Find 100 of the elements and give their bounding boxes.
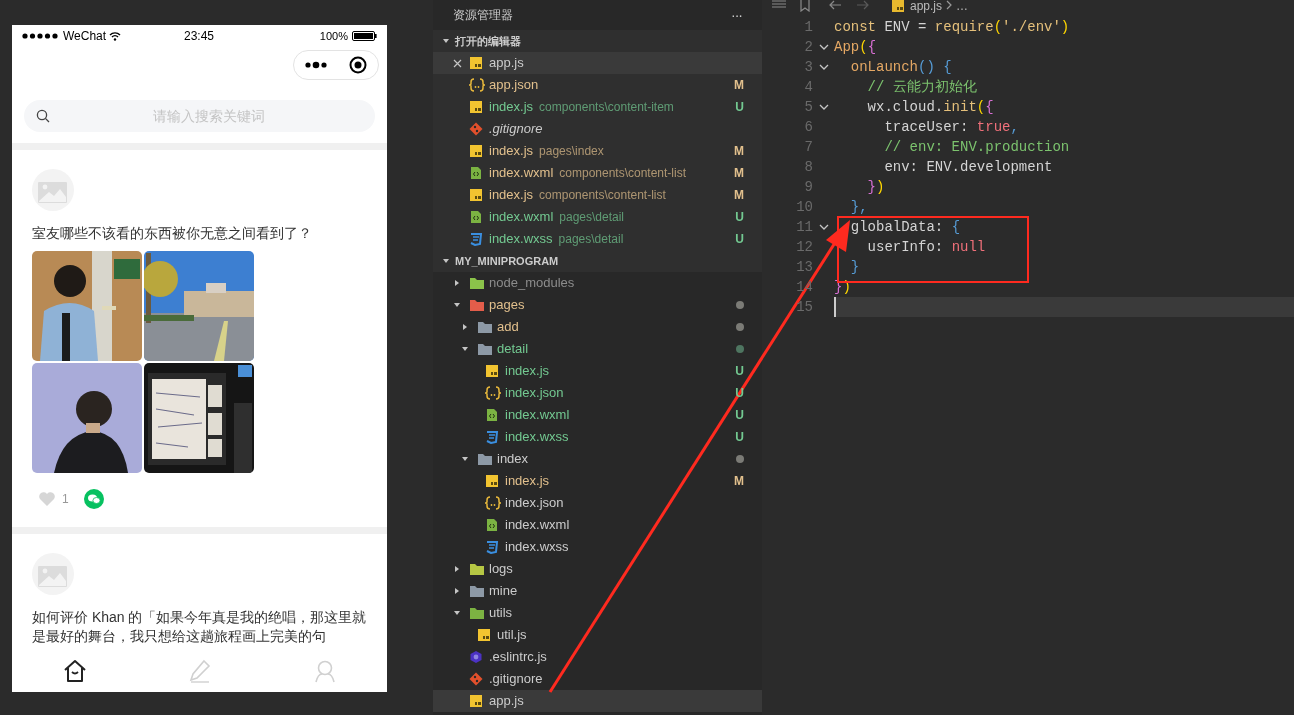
file-tree-item[interactable]: logs	[433, 558, 762, 580]
file-tree-item[interactable]: .eslintrc.js	[433, 646, 762, 668]
open-editor-item[interactable]: index.wxml pages\detail U	[433, 206, 762, 228]
braces-file-icon	[485, 496, 501, 510]
open-editor-item[interactable]: index.js components\content-list M	[433, 184, 762, 206]
js-file-icon	[485, 474, 499, 488]
section-header[interactable]: MY_MINIPROGRAM	[433, 250, 762, 272]
avatar-placeholder-icon	[32, 553, 74, 595]
open-editor-item[interactable]: app.js	[433, 52, 762, 74]
js-file-icon	[469, 188, 483, 202]
file-tree-item[interactable]: app.js	[433, 690, 762, 712]
git-status-label: U	[735, 99, 744, 116]
line-number: 4	[803, 77, 813, 97]
code-file-icon	[485, 408, 499, 422]
open-editor-item[interactable]: index.js pages\index M	[433, 140, 762, 162]
file-tree-item[interactable]: index.wxss U	[433, 426, 762, 448]
hexagon-file-icon	[469, 650, 483, 664]
file-tree-item[interactable]: index.js M	[433, 470, 762, 492]
git-status-label: U	[735, 231, 744, 248]
fold-chevron-icon[interactable]	[818, 43, 829, 51]
style-file-icon	[485, 430, 499, 444]
folder-icon	[469, 584, 485, 598]
code-line: globalData: {	[849, 217, 962, 237]
close-target-icon[interactable]	[349, 56, 367, 74]
file-tree-item[interactable]: index.wxml	[433, 514, 762, 536]
file-path: pages\detail	[559, 209, 624, 226]
wifi-icon	[109, 31, 122, 41]
file-tree-item[interactable]: util.js	[433, 624, 762, 646]
post-title[interactable]: 如何评价 Khan 的「如果今年真是我的绝唱，那这里就是最好的舞台，我只想给这趟旅程画上完美的句	[32, 608, 367, 646]
post-title[interactable]: 室友哪些不该看的东西被你无意之间看到了？	[32, 224, 367, 243]
back-icon[interactable]	[828, 0, 842, 10]
avatar-placeholder-icon	[32, 169, 74, 211]
code-file-icon	[469, 166, 483, 180]
js-file-icon	[469, 144, 483, 158]
file-tree-item[interactable]: index.json	[433, 492, 762, 514]
code-line: const ENV = require('./env')	[834, 17, 1071, 37]
collapsed-caret-icon[interactable]	[461, 323, 469, 331]
code-line: // env: ENV.production	[883, 137, 1071, 157]
file-tree-item[interactable]: utils	[433, 602, 762, 624]
js-file-icon	[485, 364, 499, 378]
section-header[interactable]: 打开的编辑器	[433, 30, 762, 52]
fold-chevron-icon[interactable]	[818, 63, 829, 71]
open-editor-item[interactable]: index.wxml components\content-list M	[433, 162, 762, 184]
collapsed-caret-icon[interactable]	[453, 279, 461, 287]
open-editor-item[interactable]: .gitignore	[433, 118, 762, 140]
code-line: userInfo: null	[866, 237, 987, 257]
more-button[interactable]: ···	[731, 4, 742, 26]
file-path: pages\index	[539, 143, 604, 160]
expanded-caret-icon[interactable]	[442, 37, 450, 45]
expanded-caret-icon[interactable]	[461, 345, 469, 353]
battery-icon	[352, 31, 377, 41]
collapsed-caret-icon[interactable]	[453, 565, 461, 573]
code-line: wx.cloud.init({	[866, 97, 995, 117]
folder-icon	[477, 320, 493, 334]
file-tree-item[interactable]: mine	[433, 580, 762, 602]
code-line: }	[849, 257, 861, 277]
code-line: env: ENV.development	[883, 157, 1054, 177]
line-number: 3	[803, 57, 813, 77]
js-file-icon	[469, 56, 483, 70]
file-tree-item[interactable]: index.js U	[433, 360, 762, 382]
braces-file-icon	[469, 78, 485, 92]
js-file-icon	[469, 694, 483, 708]
open-editor-item[interactable]: app.json M	[433, 74, 762, 96]
git-status-label: M	[734, 165, 744, 182]
file-tree-item[interactable]: .gitignore	[433, 668, 762, 690]
fold-chevron-icon[interactable]	[818, 223, 829, 231]
file-path: components\content-list	[559, 165, 687, 182]
clock-time: 23:45	[184, 28, 215, 45]
file-tree-item[interactable]: index.wxss	[433, 536, 762, 558]
file-tree-item[interactable]: index.wxml U	[433, 404, 762, 426]
more-icon[interactable]	[305, 61, 327, 69]
file-tree-item[interactable]: detail	[433, 338, 762, 360]
close-icon[interactable]	[453, 58, 462, 68]
collapsed-caret-icon[interactable]	[453, 587, 461, 595]
file-tree-item[interactable]: add	[433, 316, 762, 338]
open-editor-item[interactable]: index.wxss pages\detail U	[433, 228, 762, 250]
expanded-caret-icon[interactable]	[453, 609, 461, 617]
code-line: })	[866, 177, 886, 197]
code-file-icon	[485, 518, 499, 532]
line-number: 11	[795, 217, 813, 237]
open-editor-item[interactable]: index.js components\content-item U	[433, 96, 762, 118]
line-number: 5	[803, 97, 813, 117]
code-line: App({	[834, 37, 878, 57]
expanded-caret-icon[interactable]	[442, 257, 450, 265]
bookmark-icon[interactable]	[800, 0, 810, 12]
file-tree-item[interactable]: pages	[433, 294, 762, 316]
line-number: 12	[795, 237, 813, 257]
file-tree-item[interactable]: node_modules	[433, 272, 762, 294]
js-file-icon	[892, 0, 904, 12]
breadcrumb-file[interactable]: app.js	[910, 0, 943, 12]
code-line: // 云能力初始化	[866, 77, 978, 97]
breadcrumb-more[interactable]: …	[956, 0, 969, 12]
file-tree-item[interactable]: index	[433, 448, 762, 470]
expanded-caret-icon[interactable]	[453, 301, 461, 309]
fold-chevron-icon[interactable]	[818, 103, 829, 111]
git-status-label: M	[734, 143, 744, 160]
chevron-icon	[945, 0, 954, 10]
file-path: pages\detail	[558, 231, 624, 248]
expanded-caret-icon[interactable]	[461, 455, 469, 463]
search-icon	[36, 109, 50, 123]
